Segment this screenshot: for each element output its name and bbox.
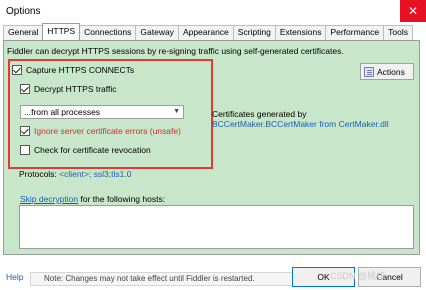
title-bar: Options ✕ xyxy=(0,0,426,24)
capture-connects-label: Capture HTTPS CONNECTs xyxy=(26,65,135,75)
decrypt-https-label: Decrypt HTTPS traffic xyxy=(34,84,117,94)
ignore-cert-errors-label: Ignore server certificate errors (unsafe… xyxy=(34,126,181,136)
process-filter-select[interactable]: ...from all processes ▼ xyxy=(20,105,184,119)
protocols-row: Protocols: <client>; ssl3;tls1.0 xyxy=(19,169,131,179)
ignore-cert-errors-option[interactable]: Ignore server certificate errors (unsafe… xyxy=(20,126,181,136)
skip-decryption-suffix: for the following hosts: xyxy=(78,194,166,204)
https-description: Fiddler can decrypt HTTPS sessions by re… xyxy=(7,46,344,56)
chevron-down-icon: ▼ xyxy=(173,108,180,115)
https-panel: Fiddler can decrypt HTTPS sessions by re… xyxy=(3,40,420,255)
cert-revocation-option[interactable]: Check for certificate revocation xyxy=(20,145,151,155)
document-icon xyxy=(364,66,374,77)
capture-connects-checkbox[interactable] xyxy=(12,65,22,75)
help-link[interactable]: Help xyxy=(6,272,23,282)
tab-https[interactable]: HTTPS xyxy=(42,23,81,40)
ignore-cert-errors-checkbox[interactable] xyxy=(20,126,30,136)
actions-button[interactable]: Actions xyxy=(360,63,414,80)
decrypt-https-option[interactable]: Decrypt HTTPS traffic xyxy=(20,84,117,94)
protocols-link[interactable]: <client>; ssl3;tls1.0 xyxy=(59,169,131,179)
skip-hosts-textarea[interactable] xyxy=(19,205,414,249)
footer: Help Note: Changes may not take effect u… xyxy=(0,257,426,290)
tab-extensions[interactable]: Extensions xyxy=(274,25,327,40)
skip-decryption-row: Skip decryption for the following hosts: xyxy=(20,194,165,204)
tab-tools[interactable]: Tools xyxy=(383,25,413,40)
skip-decryption-link[interactable]: Skip decryption xyxy=(20,194,78,204)
tab-performance[interactable]: Performance xyxy=(325,25,385,40)
tab-strip: General HTTPS Connections Gateway Appear… xyxy=(3,23,413,40)
actions-label: Actions xyxy=(377,66,405,77)
close-icon: ✕ xyxy=(407,4,419,18)
process-filter-value: ...from all processes xyxy=(24,107,101,117)
tab-scripting[interactable]: Scripting xyxy=(232,25,276,40)
cert-revocation-checkbox[interactable] xyxy=(20,145,30,155)
capture-connects-option[interactable]: Capture HTTPS CONNECTs xyxy=(12,65,134,75)
protocols-label: Protocols: xyxy=(19,169,57,179)
certs-generated-label: Certificates generated by xyxy=(212,109,307,119)
restart-note: Note: Changes may not take effect until … xyxy=(30,272,295,286)
tab-connections[interactable]: Connections xyxy=(79,25,137,40)
watermark: CSDN @桃核 xyxy=(330,271,386,281)
certs-generated-link[interactable]: BCCertMaker.BCCertMaker from CertMaker.d… xyxy=(212,119,389,129)
close-button[interactable]: ✕ xyxy=(400,0,426,22)
tab-general[interactable]: General xyxy=(3,25,44,40)
cert-revocation-label: Check for certificate revocation xyxy=(34,145,151,155)
tab-gateway[interactable]: Gateway xyxy=(135,25,179,40)
tab-appearance[interactable]: Appearance xyxy=(177,25,234,40)
decrypt-https-checkbox[interactable] xyxy=(20,84,30,94)
window-title: Options xyxy=(6,6,41,17)
